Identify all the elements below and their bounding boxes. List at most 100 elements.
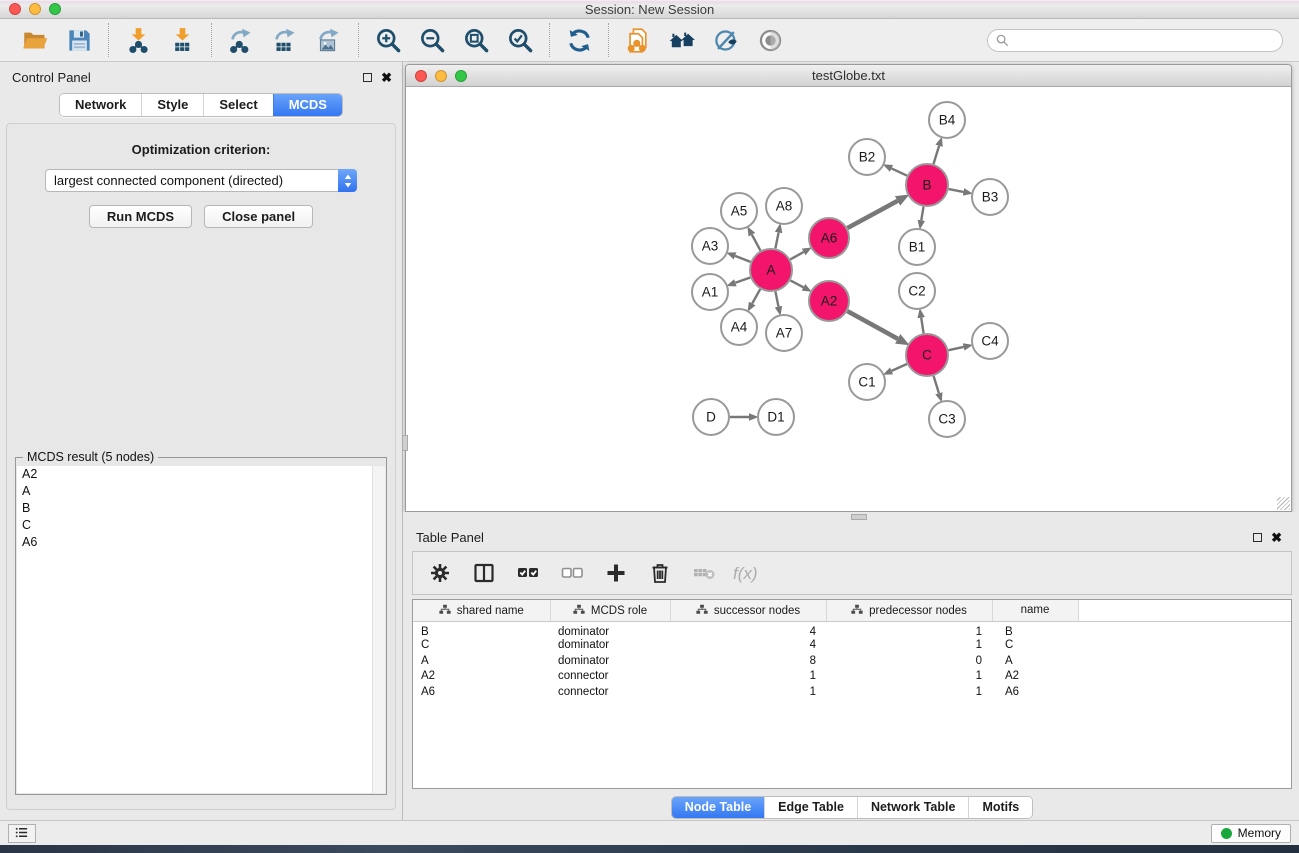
node-C1[interactable]: C1 xyxy=(849,364,885,400)
edge-A6-B[interactable] xyxy=(848,201,898,228)
result-list-item[interactable]: A2 xyxy=(17,466,385,483)
node-B3[interactable]: B3 xyxy=(972,179,1008,215)
float-table-panel-icon[interactable] xyxy=(1253,533,1262,542)
node-D[interactable]: D xyxy=(693,399,729,435)
tab-select[interactable]: Select xyxy=(203,94,272,116)
node-B1[interactable]: B1 xyxy=(899,229,935,265)
result-list-item[interactable]: B xyxy=(17,500,385,517)
node-C2[interactable]: C2 xyxy=(899,273,935,309)
edge-B-B4[interactable] xyxy=(934,146,940,164)
result-list-item[interactable]: A6 xyxy=(17,534,385,551)
tab-mcds[interactable]: MCDS xyxy=(273,94,342,116)
search-input[interactable] xyxy=(987,29,1283,52)
edge-C-C3[interactable] xyxy=(934,376,939,393)
table-row[interactable]: Bdominator41B xyxy=(413,621,1291,638)
edge-B-B3[interactable] xyxy=(949,189,964,192)
node-A[interactable]: A xyxy=(750,249,792,291)
column-header-shared-name[interactable]: shared name xyxy=(413,600,550,621)
column-header-MCDS-role[interactable]: MCDS role xyxy=(550,600,670,621)
close-table-panel-icon[interactable]: ✖ xyxy=(1271,533,1282,543)
tab-motifs[interactable]: Motifs xyxy=(968,797,1032,818)
edge-C-C2[interactable] xyxy=(921,318,923,334)
home-button[interactable] xyxy=(663,23,701,57)
node-A4[interactable]: A4 xyxy=(721,309,757,345)
criterion-select[interactable]: largest connected component (directed) xyxy=(45,169,357,192)
result-scrollbar[interactable] xyxy=(372,466,385,793)
delete-column-button[interactable] xyxy=(643,557,677,589)
edge-B-B1[interactable] xyxy=(921,207,923,221)
node-A6[interactable]: A6 xyxy=(809,218,849,258)
edge-A-A6[interactable] xyxy=(790,252,803,259)
table-row[interactable]: A6connector11A6 xyxy=(413,684,1291,700)
edge-C-C1[interactable] xyxy=(892,364,907,371)
add-column-button[interactable] xyxy=(599,557,633,589)
node-B4[interactable]: B4 xyxy=(929,102,965,138)
edge-C-C4[interactable] xyxy=(949,347,964,350)
tab-network-table[interactable]: Network Table xyxy=(857,797,969,818)
export-image-button[interactable] xyxy=(310,23,348,57)
result-list-item[interactable]: A xyxy=(17,483,385,500)
edge-B-B2[interactable] xyxy=(892,168,908,175)
node-C3[interactable]: C3 xyxy=(929,401,965,437)
zoom-in-button[interactable] xyxy=(369,23,407,57)
run-mcds-button[interactable]: Run MCDS xyxy=(89,205,192,228)
node-A7[interactable]: A7 xyxy=(766,315,802,351)
node-A1[interactable]: A1 xyxy=(692,274,728,310)
import-table-button[interactable] xyxy=(163,23,201,57)
edge-A-A8[interactable] xyxy=(775,233,778,249)
tab-node-table[interactable]: Node Table xyxy=(672,797,764,818)
details-button[interactable] xyxy=(707,23,745,57)
panel-split-handle[interactable] xyxy=(402,435,408,451)
resize-grip-icon[interactable] xyxy=(1277,497,1290,510)
network-window-titlebar[interactable]: testGlobe.txt xyxy=(406,65,1291,87)
column-header-predecessor-nodes[interactable]: predecessor nodes xyxy=(826,600,992,621)
close-panel-icon[interactable]: ✖ xyxy=(381,73,392,83)
save-session-button[interactable] xyxy=(60,23,98,57)
node-A3[interactable]: A3 xyxy=(692,228,728,264)
node-D1[interactable]: D1 xyxy=(758,399,794,435)
close-panel-button[interactable]: Close panel xyxy=(204,205,313,228)
memory-button[interactable]: Memory xyxy=(1211,824,1291,843)
select-all-button[interactable] xyxy=(511,557,545,589)
export-network-button[interactable] xyxy=(222,23,260,57)
node-C[interactable]: C xyxy=(906,334,948,376)
edge-A-A2[interactable] xyxy=(790,280,803,287)
divider-handle[interactable] xyxy=(851,514,867,520)
mcds-result-list[interactable]: A2ABCA6 xyxy=(17,466,385,793)
tab-style[interactable]: Style xyxy=(141,94,203,116)
horizontal-divider[interactable] xyxy=(403,512,1299,522)
edge-A-A7[interactable] xyxy=(775,292,778,307)
split-view-button[interactable] xyxy=(467,557,501,589)
edge-A-A1[interactable] xyxy=(735,278,750,283)
task-history-button[interactable] xyxy=(8,824,36,843)
node-A5[interactable]: A5 xyxy=(721,193,757,229)
node-B[interactable]: B xyxy=(906,164,948,206)
open-file-button[interactable] xyxy=(16,23,54,57)
table-row[interactable]: A2connector11A2 xyxy=(413,669,1291,685)
edge-A-A3[interactable] xyxy=(735,256,750,262)
node-A8[interactable]: A8 xyxy=(766,188,802,224)
tab-edge-table[interactable]: Edge Table xyxy=(764,797,857,818)
zoom-selected-button[interactable] xyxy=(501,23,539,57)
node-C4[interactable]: C4 xyxy=(972,323,1008,359)
edge-A2-C[interactable] xyxy=(847,311,897,339)
edge-A-A4[interactable] xyxy=(752,289,760,303)
table-row[interactable]: Adominator80A xyxy=(413,653,1291,669)
import-network-button[interactable] xyxy=(119,23,157,57)
column-header-name[interactable]: name xyxy=(992,600,1078,621)
network-canvas[interactable]: B4 B2 B B3 A5A8A6 A3 B1 A A1 C2 A2 A4A7 C4 C C1 C3 D D1 xyxy=(406,87,1291,511)
result-list-item[interactable]: C xyxy=(17,517,385,534)
zoom-out-button[interactable] xyxy=(413,23,451,57)
eye-button[interactable] xyxy=(751,23,789,57)
zoom-fit-button[interactable] xyxy=(457,23,495,57)
tab-network[interactable]: Network xyxy=(60,94,141,116)
settings-gear-button[interactable] xyxy=(423,557,457,589)
node-B2[interactable]: B2 xyxy=(849,139,885,175)
export-table-button[interactable] xyxy=(266,23,304,57)
refresh-button[interactable] xyxy=(560,23,598,57)
column-header-successor-nodes[interactable]: successor nodes xyxy=(670,600,826,621)
float-panel-icon[interactable] xyxy=(363,73,372,82)
deselect-all-button[interactable] xyxy=(555,557,589,589)
network-document-button[interactable] xyxy=(619,23,657,57)
node-A2[interactable]: A2 xyxy=(809,281,849,321)
